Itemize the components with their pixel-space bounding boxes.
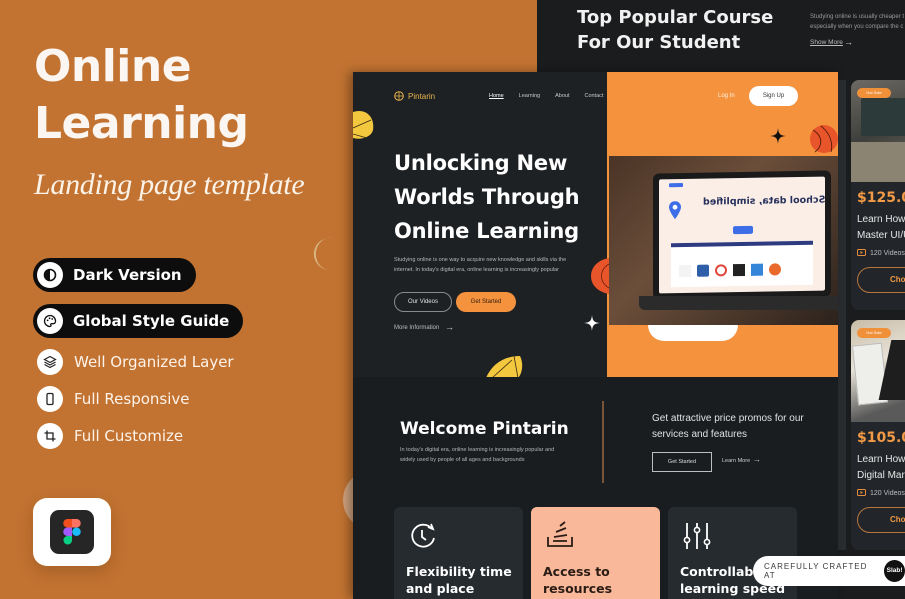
moon-decoration	[313, 237, 332, 270]
promo-subtitle: Landing page template	[34, 168, 305, 201]
show-more-link[interactable]: Show More	[810, 39, 843, 46]
ball-decoration	[810, 125, 838, 153]
course-videos: 120 Videos	[857, 249, 905, 257]
more-information-link[interactable]: More Information	[394, 325, 439, 331]
our-videos-button[interactable]: Our Videos	[394, 292, 452, 312]
course-image: Hot Sale	[851, 320, 905, 422]
crop-icon	[37, 423, 63, 449]
learn-more-link[interactable]: Learn More	[722, 458, 750, 464]
feature-card-flexibility[interactable]: Flexibility time and place	[394, 507, 523, 599]
popular-course-description: Studying online is usually cheaper t esp…	[810, 14, 905, 30]
feature-dark-version: Dark Version	[33, 258, 196, 292]
arrow-right-icon: →	[753, 455, 761, 464]
sliders-icon	[683, 523, 711, 549]
video-icon	[857, 249, 866, 256]
crafted-text: CAREFULLY CRAFTED AT	[764, 562, 868, 580]
course-image: Hot Sale	[851, 80, 905, 182]
divider	[602, 401, 604, 483]
decorative-blob	[648, 325, 738, 341]
hero-description: Studying online is one way to acquire ne…	[394, 257, 567, 273]
ball-decoration	[591, 258, 609, 294]
resources-stack-icon	[547, 521, 573, 547]
leaf-decoration	[353, 110, 374, 139]
figma-icon	[50, 510, 94, 554]
course-card[interactable]: Hot Sale $125.0 Learn How Master UI/U 12…	[851, 80, 905, 310]
feature-card-resources[interactable]: Access to resources	[531, 507, 660, 599]
welcome-description: In today's digital era, online learning …	[400, 447, 555, 463]
card-strip	[838, 80, 846, 550]
signup-button[interactable]: Sign Up	[749, 86, 798, 106]
hero-title: Unlocking New Worlds Through Online Lear…	[394, 151, 580, 243]
video-icon	[857, 489, 866, 496]
feature-full-responsive: Full Responsive	[33, 382, 190, 416]
slab-logo: Slab!	[884, 560, 905, 582]
palette-icon	[37, 308, 63, 334]
landing-page-mockup: Pintarin Home Learning About Contact Log…	[353, 72, 838, 599]
laptop-screen: School data, simplified	[653, 170, 831, 300]
clock-refresh-icon	[411, 523, 435, 548]
sale-badge: Hot Sale	[857, 88, 891, 98]
choose-course-button[interactable]: Cho	[857, 267, 905, 293]
nav-home[interactable]: Home	[489, 93, 504, 99]
map-pin-icon	[669, 201, 681, 220]
leaf-decoration	[486, 355, 523, 378]
arrow-right-icon: →	[445, 322, 454, 332]
course-price: $125.0	[857, 190, 905, 206]
sparkle-icon	[770, 128, 786, 144]
figma-badge	[33, 498, 111, 566]
choose-course-button[interactable]: Cho	[857, 507, 905, 533]
nav-contact[interactable]: Contact	[584, 93, 603, 99]
hero-laptop-image: School data, simplified	[609, 156, 838, 325]
course-title: Learn How Digital Mark	[857, 454, 905, 481]
get-started-button[interactable]: Get Started	[456, 292, 516, 312]
login-link[interactable]: Log In	[718, 93, 735, 99]
popular-course-title: Top Popular Course For Our Student	[577, 7, 774, 53]
main-nav: Home Learning About Contact	[489, 93, 618, 99]
promo-title: Online Learning	[34, 41, 249, 149]
feature-global-style-guide: Global Style Guide	[33, 304, 244, 338]
brand-logo-icon	[394, 91, 404, 101]
sparkle-icon	[584, 315, 600, 331]
welcome-title: Welcome Pintarin	[400, 419, 569, 439]
course-card[interactable]: Hot Sale $105.0 Learn How Digital Mark 1…	[851, 320, 905, 550]
contrast-icon	[37, 262, 63, 288]
feature-card-title: Access to resources	[543, 564, 613, 596]
sale-badge: Hot Sale	[857, 328, 891, 338]
course-videos: 120 Videos	[857, 489, 905, 497]
feature-card-title: Flexibility time and place	[406, 564, 512, 596]
layers-icon	[37, 349, 63, 375]
course-price: $105.0	[857, 430, 905, 446]
screen-headline: School data, simplified	[703, 194, 826, 208]
crafted-at-badge[interactable]: CAREFULLY CRAFTED AT Slab!	[753, 556, 905, 586]
welcome-get-started-button[interactable]: Get Started	[652, 452, 712, 472]
brand-logo[interactable]: Pintarin	[394, 91, 435, 101]
nav-learning[interactable]: Learning	[519, 93, 540, 99]
feature-full-customize: Full Customize	[33, 419, 183, 453]
promo-text: Get attractive price promos for our serv…	[652, 413, 804, 440]
course-title: Learn How Master UI/U	[857, 214, 905, 241]
nav-about[interactable]: About	[555, 93, 569, 99]
feature-well-organized-layer: Well Organized Layer	[33, 345, 234, 379]
mobile-icon	[37, 386, 63, 412]
arrow-right-icon: →	[844, 37, 853, 47]
